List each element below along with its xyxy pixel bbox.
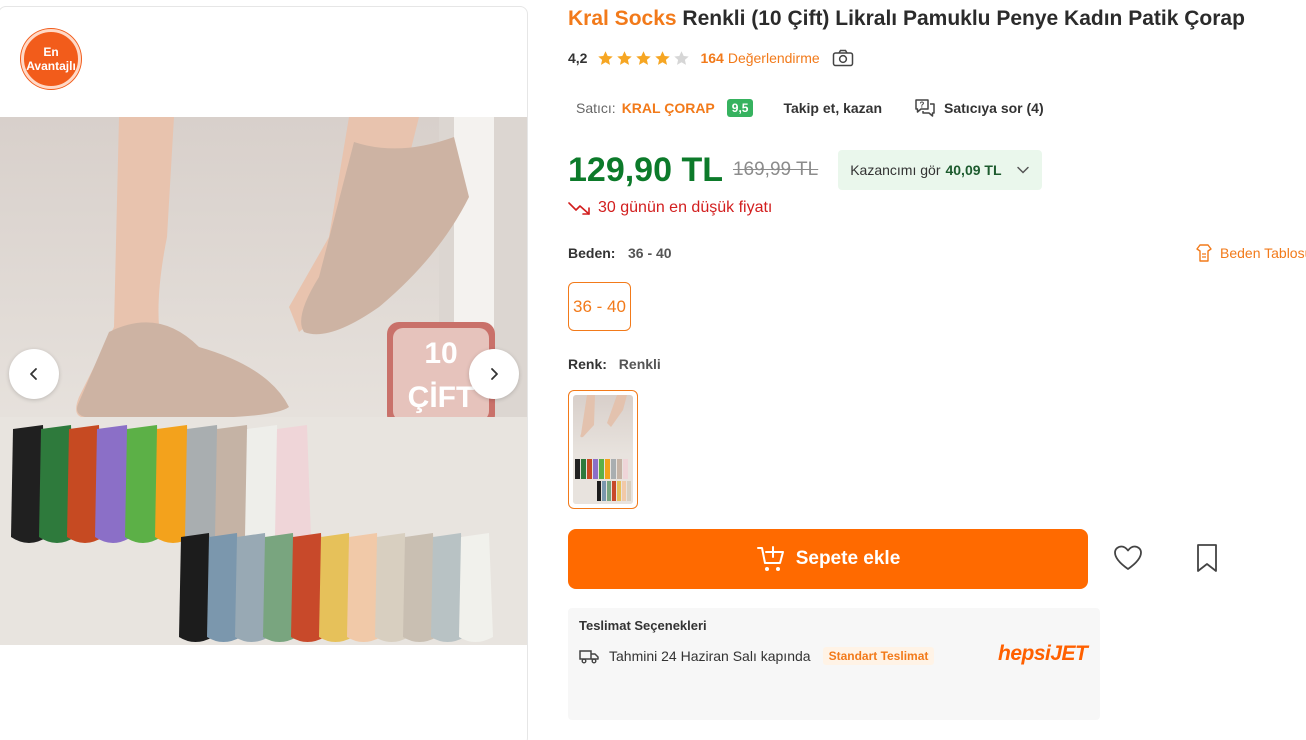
hanger-icon — [1196, 244, 1212, 262]
size-chart-label: Beden Tablosu — [1220, 245, 1306, 261]
carrier-logo-part-a: hepsi — [998, 642, 1051, 665]
question-chat-icon: ? — [915, 99, 935, 117]
star-full-icon — [598, 50, 614, 65]
review-count[interactable]: 164 — [700, 50, 723, 66]
product-photo[interactable]: 10 ÇİFT — [0, 117, 527, 645]
color-selected-value: Renkli — [618, 356, 661, 372]
pack-unit-label: ÇİFT — [408, 381, 475, 414]
pack-count-label: 10 — [424, 337, 457, 370]
add-to-cart-label: Sepete ekle — [795, 548, 901, 569]
current-price: 129,90 TL — [568, 150, 723, 189]
trend-down-icon — [568, 202, 590, 215]
color-section-header: Renk: Renkli — [568, 356, 661, 372]
svg-text:?: ? — [920, 101, 925, 110]
prev-image-button[interactable] — [9, 349, 59, 399]
heart-icon — [1114, 545, 1142, 570]
earnings-dropdown[interactable]: Kazancımı gör 40,09 TL — [838, 150, 1042, 190]
seller-name-link[interactable]: KRAL ÇORAP — [622, 100, 715, 116]
delivery-options: Teslimat Seçenekleri Tahmini 24 Haziran … — [568, 608, 1100, 720]
star-full-icon — [617, 50, 633, 65]
color-thumbnail — [573, 395, 633, 504]
badge-line-1: En — [43, 45, 59, 59]
star-empty-icon — [674, 50, 690, 65]
chevron-right-icon — [491, 368, 498, 380]
review-label[interactable]: Değerlendirme — [728, 50, 820, 66]
size-chart-link[interactable]: Beden Tablosu — [1194, 243, 1306, 263]
badge-line-2: Avantajlı — [26, 59, 76, 73]
size-section-header: Beden: 36 - 40 Beden Tablosu — [568, 243, 1306, 265]
delivery-type-badge: Standart Teslimat — [822, 647, 935, 665]
star-full-icon — [636, 50, 652, 65]
camera-icon[interactable] — [832, 49, 854, 67]
rating-value: 4,2 — [568, 50, 588, 66]
delivery-estimate-row: Tahmini 24 Haziran Salı kapında Standart… — [579, 647, 935, 665]
star-full-icon — [655, 50, 671, 65]
earnings-value: 40,09 TL — [945, 162, 1002, 178]
rating-stars — [597, 50, 690, 67]
color-label: Renk: — [568, 356, 607, 372]
earnings-label: Kazancımı gör — [850, 162, 941, 178]
seller-label: Satıcı: — [576, 100, 616, 116]
favorite-button[interactable] — [1099, 529, 1157, 587]
seller-row: Satıcı: KRAL ÇORAP 9,5 Takip et, kazan ?… — [576, 95, 1044, 121]
truck-icon — [579, 650, 599, 664]
socks-image: 10 ÇİFT — [0, 117, 527, 645]
hepsijet-logo: hepsiJET — [998, 642, 1088, 666]
delivery-estimate: Tahmini 24 Haziran Salı kapında — [609, 648, 811, 664]
brand-link[interactable]: Kral Socks — [568, 7, 677, 30]
ask-seller-label: Satıcıya sor (4) — [944, 100, 1044, 116]
old-price: 169,99 TL — [732, 159, 819, 180]
size-selected-value: 36 - 40 — [628, 245, 672, 261]
best-deal-badge: En Avantajlı — [21, 29, 81, 89]
next-image-button[interactable] — [469, 349, 519, 399]
ask-seller-button[interactable]: ? Satıcıya sor (4) — [914, 98, 1044, 118]
product-page: En Avantajlı 10 ÇİFT Kral Socks Renkli (… — [0, 0, 1306, 740]
follow-seller-button[interactable]: Takip et, kazan — [783, 100, 882, 116]
product-details: Kral Socks Renkli (10 Çift) Likralı Pamu… — [568, 0, 1306, 740]
carrier-logo-part-b: JET — [1050, 642, 1088, 665]
chevron-left-icon — [30, 368, 37, 380]
add-to-cart-button[interactable]: Sepete ekle — [568, 529, 1088, 589]
lowest-price-text: 30 günün en düşük fiyatı — [598, 199, 773, 216]
cart-plus-icon — [756, 546, 784, 571]
product-gallery: En Avantajlı 10 ÇİFT — [0, 6, 528, 740]
bookmark-button[interactable] — [1178, 529, 1236, 587]
lowest-price-note: 30 günün en düşük fiyatı — [568, 199, 772, 217]
bookmark-icon — [1197, 544, 1217, 572]
rating-row: 4,2 164 Değerlendirme — [568, 46, 854, 70]
delivery-title: Teslimat Seçenekleri — [579, 618, 707, 633]
product-title: Kral Socks Renkli (10 Çift) Likralı Pamu… — [568, 7, 1245, 31]
color-option[interactable] — [568, 390, 638, 509]
chevron-down-icon — [1016, 166, 1029, 174]
seller-score-badge: 9,5 — [726, 99, 754, 117]
size-label: Beden: — [568, 245, 616, 261]
price-row: 129,90 TL 169,99 TL Kazancımı gör 40,09 … — [568, 150, 1042, 190]
size-option[interactable]: 36 - 40 — [568, 282, 631, 331]
product-name: Renkli (10 Çift) Likralı Pamuklu Penye K… — [682, 7, 1245, 30]
color-thumbnail-image — [573, 395, 633, 504]
